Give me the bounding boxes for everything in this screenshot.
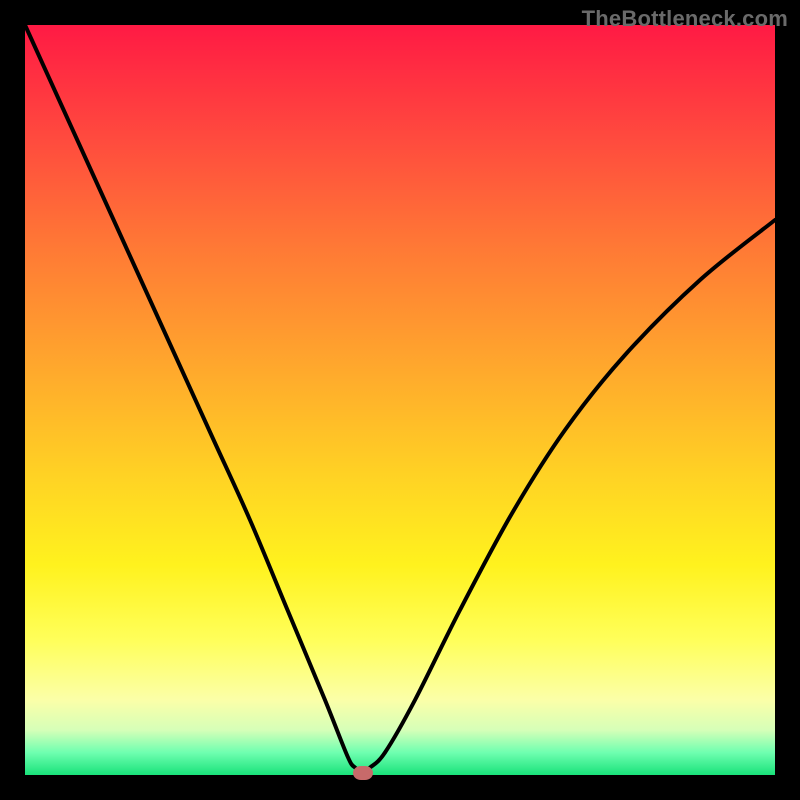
curve-svg (25, 25, 775, 775)
bottleneck-curve (25, 25, 775, 771)
optimal-marker (353, 766, 373, 780)
chart-frame: TheBottleneck.com (0, 0, 800, 800)
watermark-text: TheBottleneck.com (582, 6, 788, 32)
plot-area (25, 25, 775, 775)
